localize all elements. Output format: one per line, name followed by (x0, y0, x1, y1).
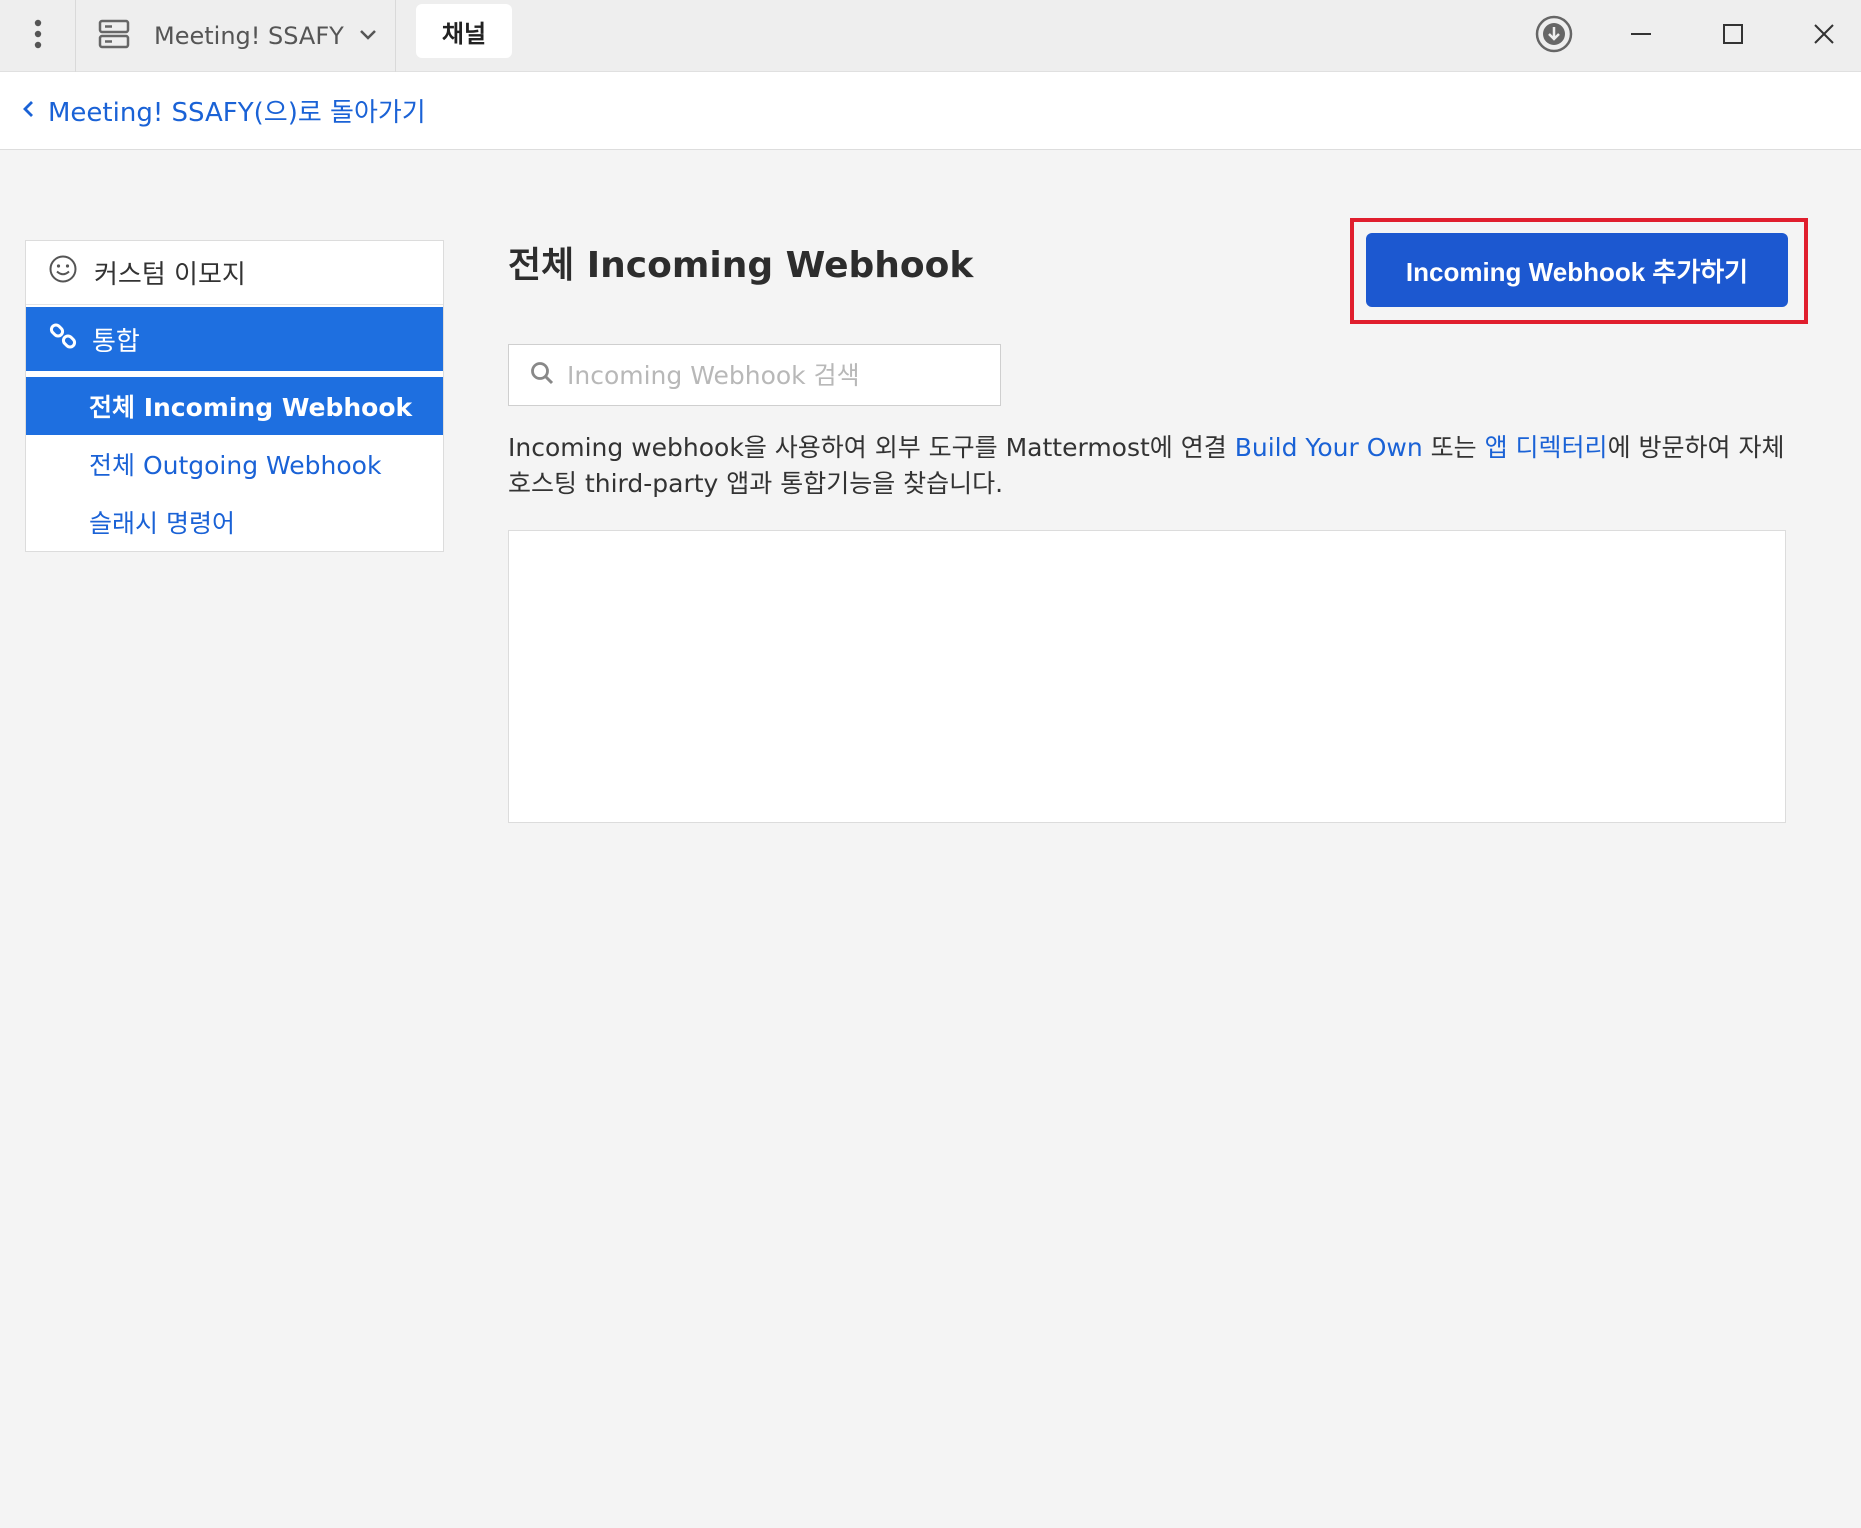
chevron-left-icon (22, 96, 48, 126)
search-box (508, 344, 1001, 406)
link-icon (48, 321, 78, 358)
close-button[interactable] (1800, 12, 1848, 60)
description-text: Incoming webhook을 사용하여 외부 도구를 Mattermost… (508, 433, 1235, 462)
add-incoming-webhook-button[interactable]: Incoming Webhook 추가하기 (1366, 233, 1788, 307)
sidebar-item-integrations[interactable]: 통합 (26, 307, 443, 371)
search-icon (529, 360, 555, 390)
minimize-icon (1629, 22, 1653, 50)
back-bar: Meeting! SSAFY(으)로 돌아가기 (0, 72, 1861, 150)
back-link-label: Meeting! SSAFY(으)로 돌아가기 (48, 98, 426, 128)
sidebar-subitem-outgoing-webhook[interactable]: 전체 Outgoing Webhook (26, 435, 443, 493)
server-name: Meeting! SSAFY (154, 22, 344, 50)
search-input[interactable] (567, 360, 987, 390)
tab-channels[interactable]: 채널 (416, 4, 512, 58)
maximize-icon (1721, 22, 1745, 50)
sidebar-subitem-slash-commands[interactable]: 슬래시 명령어 (26, 493, 443, 551)
maximize-button[interactable] (1709, 12, 1757, 60)
page-title: 전체 Incoming Webhook (508, 245, 974, 286)
minimize-button[interactable] (1617, 12, 1665, 60)
more-vertical-icon (34, 19, 42, 53)
sidebar-item-label: 커스텀 이모지 (94, 260, 246, 290)
back-link[interactable]: Meeting! SSAFY(으)로 돌아가기 (22, 92, 426, 129)
server-selector[interactable]: Meeting! SSAFY (76, 0, 396, 72)
build-your-own-link[interactable]: Build Your Own (1235, 433, 1423, 462)
description-text: 또는 (1422, 433, 1485, 462)
sidebar-item-label: 통합 (92, 326, 140, 357)
description: Incoming webhook을 사용하여 외부 도구를 Mattermost… (508, 430, 1808, 502)
title-bar: Meeting! SSAFY 채널 (0, 0, 1861, 72)
app-directory-link[interactable]: 앱 디렉터리 (1485, 433, 1608, 462)
sidebar: 커스텀 이모지 통합 전체 Incoming Webhook 전체 Outgoi… (25, 240, 444, 552)
chevron-down-icon (358, 27, 378, 46)
webhook-list (508, 530, 1786, 823)
sidebar-item-custom-emoji[interactable]: 커스텀 이모지 (26, 241, 443, 305)
close-icon (1812, 22, 1836, 50)
server-icon (98, 18, 130, 54)
download-button[interactable] (1530, 12, 1578, 60)
download-icon (1534, 14, 1574, 58)
emoji-icon (48, 254, 78, 291)
more-menu-button[interactable] (0, 0, 76, 72)
sidebar-subitem-incoming-webhook[interactable]: 전체 Incoming Webhook (26, 377, 443, 435)
